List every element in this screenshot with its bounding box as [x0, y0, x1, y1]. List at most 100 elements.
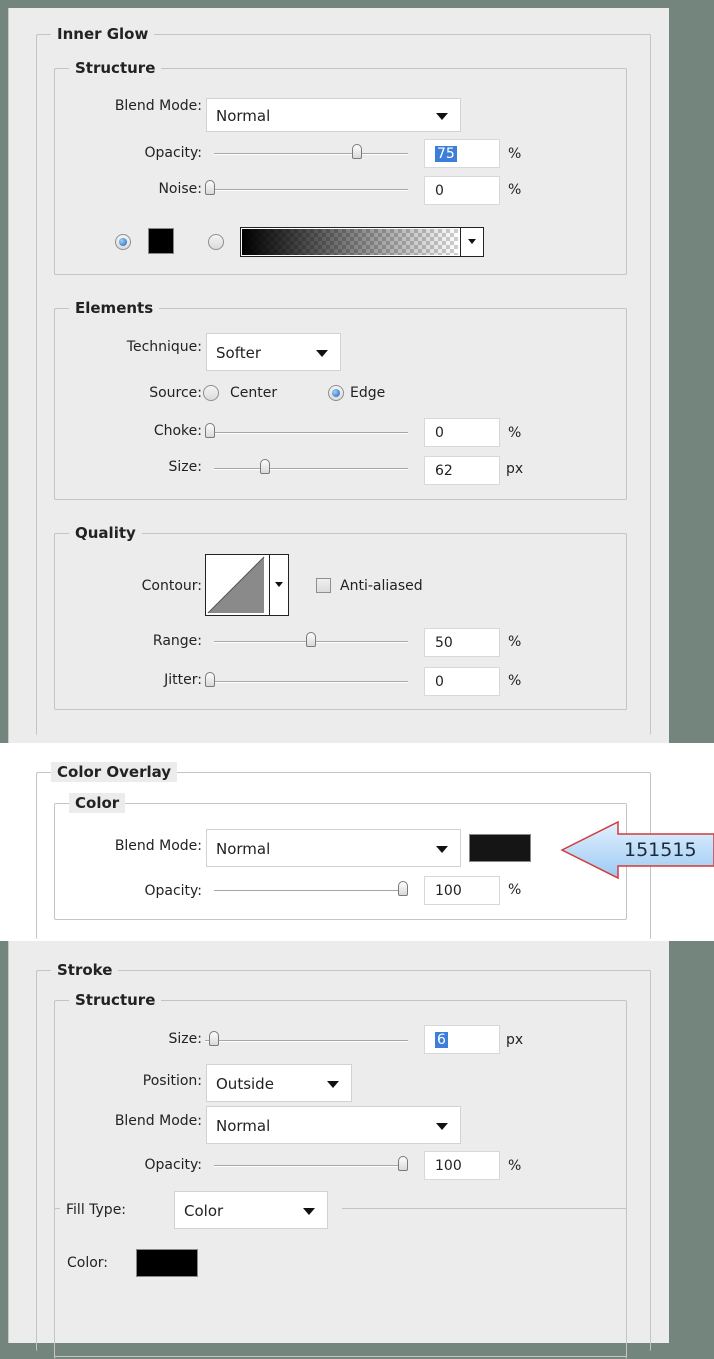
glow-color-swatch[interactable]: [148, 228, 174, 254]
size-label: Size:: [168, 459, 202, 475]
fill-type-value: Color: [184, 1202, 224, 1220]
range-value: 50: [435, 635, 453, 651]
overlay-blend-mode-dropdown[interactable]: Normal: [206, 829, 461, 867]
stroke-size-value: 6: [435, 1032, 448, 1048]
slider-track: [214, 1165, 408, 1167]
slider-thumb[interactable]: [205, 180, 215, 195]
size-slider[interactable]: [214, 458, 408, 478]
slider-thumb[interactable]: [352, 144, 362, 159]
stroke-blend-mode-label: Blend Mode:: [114, 1113, 202, 1129]
stroke-title: Stroke: [51, 960, 119, 980]
chevron-down-icon: [327, 1081, 339, 1088]
fill-type-group: [54, 1208, 627, 1359]
noise-unit: %: [508, 182, 522, 198]
noise-slider[interactable]: [205, 179, 408, 199]
choke-slider[interactable]: [205, 422, 408, 442]
anti-aliased-checkbox[interactable]: [316, 578, 331, 593]
slider-track: [205, 1040, 408, 1042]
position-value: Outside: [216, 1075, 274, 1093]
stroke-blend-mode-value: Normal: [216, 1117, 271, 1135]
slider-track: [205, 681, 408, 683]
stroke-opacity-value: 100: [435, 1158, 462, 1174]
callout-label: 151515: [624, 839, 697, 861]
technique-label: Technique:: [126, 339, 202, 355]
stroke-size-unit: px: [506, 1032, 524, 1048]
source-center-label: Center: [230, 385, 278, 401]
gradient-preview: [242, 229, 458, 255]
choke-input[interactable]: 0: [424, 418, 500, 447]
slider-track: [214, 153, 408, 155]
overlay-blend-mode-label: Blend Mode:: [114, 838, 202, 854]
inner-glow-title: Inner Glow: [51, 24, 155, 44]
slider-thumb[interactable]: [260, 459, 270, 474]
noise-input[interactable]: 0: [424, 176, 500, 205]
stroke-color-swatch[interactable]: [136, 1249, 198, 1277]
chevron-down-icon: [275, 582, 283, 587]
stroke-opacity-label: Opacity:: [144, 1157, 202, 1173]
jitter-label: Jitter:: [164, 672, 202, 688]
slider-thumb[interactable]: [205, 672, 215, 687]
stroke-size-label: Size:: [168, 1031, 202, 1047]
contour-dropdown-button[interactable]: [269, 555, 288, 615]
slider-thumb[interactable]: [398, 1156, 408, 1171]
source-edge-radio[interactable]: [328, 385, 344, 401]
stroke-blend-mode-dropdown[interactable]: Normal: [206, 1106, 461, 1144]
overlay-blend-mode-value: Normal: [216, 840, 271, 858]
color-group-title: Color: [69, 793, 126, 813]
stroke-opacity-input[interactable]: 100: [424, 1151, 500, 1180]
position-dropdown[interactable]: Outside: [206, 1064, 352, 1102]
technique-value: Softer: [216, 344, 261, 362]
blend-mode-dropdown[interactable]: Normal: [206, 98, 461, 132]
range-unit: %: [508, 634, 522, 650]
slider-track: [205, 432, 408, 434]
opacity-unit: %: [508, 146, 522, 162]
overlay-color-swatch[interactable]: [469, 834, 531, 862]
solid-color-radio[interactable]: [115, 234, 131, 250]
jitter-value: 0: [435, 674, 444, 690]
overlay-opacity-unit: %: [508, 882, 522, 898]
stroke-size-input[interactable]: 6: [424, 1025, 500, 1054]
fill-type-label: Fill Type:: [66, 1202, 127, 1218]
jitter-slider[interactable]: [205, 671, 408, 691]
gradient-radio[interactable]: [208, 234, 224, 250]
jitter-input[interactable]: 0: [424, 667, 500, 696]
overlay-opacity-slider[interactable]: [214, 880, 408, 900]
stroke-structure-title: Structure: [69, 990, 162, 1010]
chevron-down-icon: [316, 350, 328, 357]
source-label: Source:: [149, 385, 202, 401]
structure-title: Structure: [69, 58, 162, 78]
opacity-slider[interactable]: [214, 143, 408, 163]
slider-thumb[interactable]: [205, 423, 215, 438]
choke-label: Choke:: [153, 423, 202, 439]
choke-value: 0: [435, 425, 444, 441]
slider-track: [205, 189, 408, 191]
overlay-opacity-input[interactable]: 100: [424, 876, 500, 905]
elements-title: Elements: [69, 298, 160, 318]
opacity-input[interactable]: 75: [424, 139, 500, 168]
size-unit: px: [506, 461, 524, 477]
source-edge-label: Edge: [350, 385, 386, 401]
size-input[interactable]: 62: [424, 456, 500, 485]
gradient-picker[interactable]: [240, 227, 484, 257]
stroke-color-label: Color:: [67, 1255, 109, 1271]
slider-thumb[interactable]: [306, 632, 316, 647]
slider-thumb[interactable]: [398, 881, 408, 896]
contour-picker[interactable]: [205, 554, 289, 616]
color-overlay-title: Color Overlay: [51, 762, 178, 782]
slider-track: [214, 468, 408, 470]
range-input[interactable]: 50: [424, 628, 500, 657]
source-center-radio[interactable]: [203, 385, 219, 401]
blend-mode-value: Normal: [216, 107, 271, 125]
contour-preview-icon: [207, 556, 265, 614]
fill-type-dropdown[interactable]: Color: [174, 1191, 328, 1229]
slider-thumb[interactable]: [209, 1031, 219, 1046]
stroke-size-slider[interactable]: [205, 1030, 408, 1050]
blend-mode-label: Blend Mode:: [114, 98, 202, 114]
stroke-opacity-slider[interactable]: [214, 1155, 408, 1175]
technique-dropdown[interactable]: Softer: [206, 333, 341, 371]
gradient-dropdown-button[interactable]: [460, 228, 483, 256]
overlay-opacity-value: 100: [435, 883, 462, 899]
range-slider[interactable]: [214, 631, 408, 651]
contour-label: Contour:: [141, 578, 202, 594]
noise-value: 0: [435, 183, 444, 199]
